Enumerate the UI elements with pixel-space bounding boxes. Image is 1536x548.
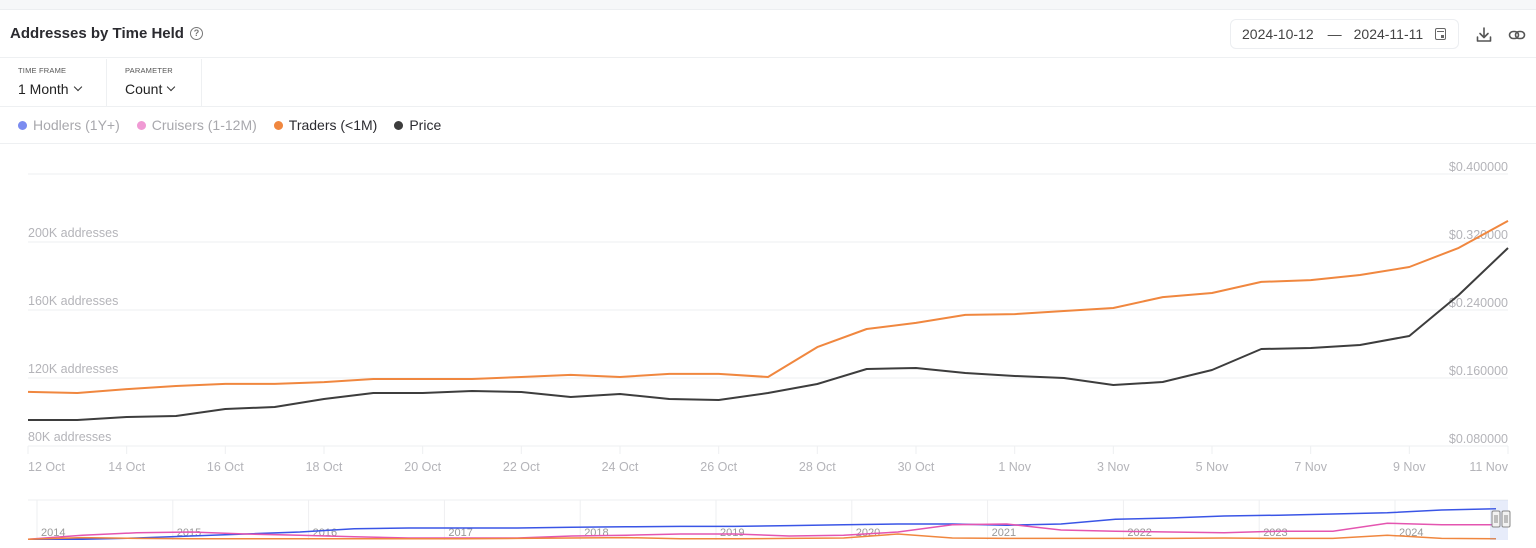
time-frame-label: TIME FRAME [18,66,67,75]
legend-item-hodlers[interactable]: Hodlers (1Y+) [18,117,120,133]
y-right-tick-label: $0.080000 [1449,432,1508,446]
navigator-year-label: 2021 [992,527,1016,539]
x-axis: 12 Oct 14 Oct 16 Oct 18 Oct 20 Oct 22 Oct 24 O… [27,446,1509,474]
navigator-year-label: 2022 [1127,527,1151,539]
grid-lines [28,173,1508,447]
x-tick-label: 3 Nov [1097,460,1130,474]
y-right-tick-label: $0.240000 [1449,296,1508,310]
x-tick-label: 16 Oct [207,460,244,474]
x-tick-label: 11 Nov [1469,460,1508,474]
navigator-year-label: 2015 [177,527,201,539]
parameter-select[interactable]: PARAMETER Count [107,59,202,107]
navigator-year-label: 2016 [313,527,337,539]
legend-dot-icon [136,120,146,130]
navigator-handle[interactable] [1501,510,1511,528]
link-icon[interactable] [1508,27,1526,43]
navigator[interactable]: 2014 2015 2016 2017 2018 2019 2020 2021 2022 2023… [27,499,1511,540]
x-tick-label: 18 Oct [306,460,343,474]
x-tick-label: 1 Nov [998,460,1031,474]
time-frame-select[interactable]: TIME FRAME 1 Month [0,59,107,107]
download-icon[interactable] [1475,27,1493,43]
navigator-year-label: 2019 [720,527,744,539]
navigator-year-label: 2017 [448,527,472,539]
widget-header: Addresses by Time Held ? 2024-10-12 — 20… [0,10,1536,58]
date-separator: — [1327,26,1342,42]
x-tick-label: 24 Oct [602,460,639,474]
x-tick-label: 20 Oct [404,460,441,474]
y-right-tick-label: $0.400000 [1449,160,1508,174]
legend-label: Hodlers (1Y+) [33,117,120,133]
x-tick-label: 12 Oct [28,460,65,474]
y-left-tick-label: 80K addresses [28,430,111,444]
chevron-down-icon [167,82,176,92]
legend-item-traders[interactable]: Traders (<1M) [273,117,378,133]
parameter-label: PARAMETER [125,66,173,75]
y-right-tick-label: $0.160000 [1449,364,1508,378]
x-tick-label: 5 Nov [1196,460,1229,474]
series-lines [27,220,1509,421]
legend-label: Price [409,117,442,133]
calendar-icon[interactable] [1435,28,1446,40]
price-line [28,247,1509,421]
page-title: Addresses by Time Held ? [10,25,203,42]
date-end[interactable]: 2024-11-11 [1354,26,1424,42]
legend-dot-icon [18,120,27,130]
x-tick-label: 14 Oct [108,460,145,474]
legend-dot-icon [394,120,404,130]
x-tick-label: 7 Nov [1294,460,1327,474]
top-strip [0,0,1536,10]
chart-legend: Hodlers (1Y+) Cruisers (1-12M) Traders (… [0,107,1536,144]
time-frame-value[interactable]: 1 Month [18,81,69,97]
parameter-value[interactable]: Count [125,81,162,97]
x-tick-label: 26 Oct [700,460,737,474]
chevron-down-icon [73,82,82,92]
y-left-tick-label: 120K addresses [28,362,118,376]
y-left-tick-label: 200K addresses [28,226,118,240]
x-tick-label: 9 Nov [1393,460,1426,474]
legend-dot-icon [273,120,283,130]
parameter-dropdown[interactable]: Count [125,81,201,97]
legend-label: Cruisers (1-12M) [151,117,257,133]
legend-item-cruisers[interactable]: Cruisers (1-12M) [136,117,257,133]
date-start[interactable]: 2024-10-12 [1242,26,1314,42]
y-axis-left: 80K addresses 120K addresses 160K addresse… [28,226,118,444]
navigator-handle[interactable] [1491,510,1501,528]
title-text: Addresses by Time Held [10,25,184,42]
x-tick-label: 28 Oct [799,460,836,474]
x-tick-label: 30 Oct [898,460,935,474]
chart-controls: TIME FRAME 1 Month PARAMETER Count [0,59,1536,107]
y-left-tick-label: 160K addresses [28,294,118,308]
question-circle-icon[interactable]: ? [189,27,203,40]
x-tick-label: 22 Oct [503,460,540,474]
date-range-picker[interactable]: 2024-10-12 — 2024-11-11 [1230,19,1459,49]
legend-item-price[interactable]: Price [394,117,441,133]
traders-line [27,220,1509,394]
y-axis-right: $0.080000 $0.160000 $0.240000 $0.320000 $0.4… [1449,160,1508,446]
navigator-year-label: 2023 [1263,527,1287,539]
y-right-tick-label: $0.320000 [1449,228,1508,242]
legend-label: Traders (<1M) [288,117,378,133]
main-chart[interactable]: 80K addresses 120K addresses 160K addresse… [0,144,1536,548]
time-frame-dropdown[interactable]: 1 Month [18,81,106,97]
